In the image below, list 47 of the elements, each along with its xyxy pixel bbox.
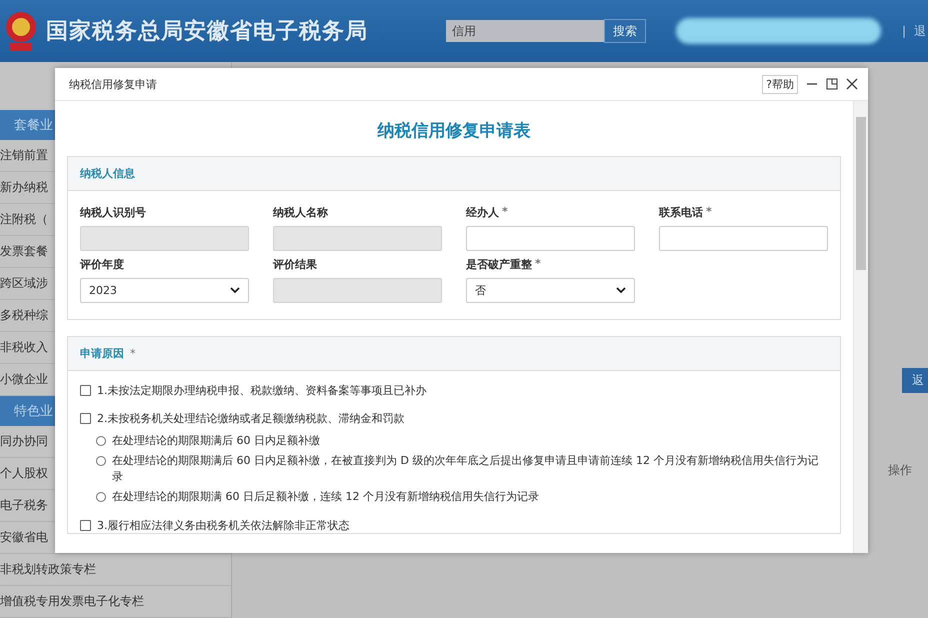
close-icon[interactable] bbox=[846, 78, 858, 90]
field-label: 是否破产重整 bbox=[466, 257, 532, 272]
dialog-title: 纳税信用修复申请 bbox=[69, 76, 158, 92]
logout-link[interactable]: 退 bbox=[914, 22, 926, 40]
column-header: 操作 bbox=[888, 462, 912, 479]
chevron-down-icon bbox=[230, 287, 240, 294]
radio-button[interactable] bbox=[96, 436, 106, 446]
emblem-logo bbox=[4, 9, 38, 53]
search-field[interactable]: 信用 bbox=[446, 20, 604, 42]
return-button[interactable]: 返 bbox=[902, 368, 928, 393]
required-mark: * bbox=[535, 257, 541, 272]
chevron-down-icon bbox=[616, 287, 626, 294]
form-title: 纳税信用修复申请表 bbox=[376, 120, 532, 142]
checkbox[interactable] bbox=[80, 413, 91, 424]
field-label: 评价年度 bbox=[80, 257, 124, 272]
site-title: 国家税务总局安徽省电子税务局 bbox=[46, 18, 368, 46]
select-field[interactable]: 2023 bbox=[80, 278, 249, 303]
radio-label: 在处理结论的期限期满后 60 日内足额补缴 bbox=[112, 433, 320, 449]
field-label: 评价结果 bbox=[273, 257, 317, 272]
field-label: 联系电话 bbox=[659, 205, 703, 220]
field-label: 经办人 bbox=[466, 205, 499, 220]
sidebar-item[interactable]: 增值税专用发票电子化专栏 bbox=[0, 586, 231, 618]
field-label: 纳税人识别号 bbox=[80, 205, 146, 220]
checkbox-label: 1.未按法定期限办理纳税申报、税款缴纳、资料备案等事项且已补办 bbox=[97, 383, 426, 398]
input-field[interactable] bbox=[659, 226, 828, 251]
maximize-icon[interactable] bbox=[826, 78, 838, 90]
help-button[interactable]: ?帮助 bbox=[762, 74, 798, 94]
radio-label: 在处理结论的期限期满后 60 日内足额补缴，在被直接判为 D 级的次年年底之后提出修复申请且申请前连续 12 个月没有新增纳税信用失信行为记录 bbox=[112, 453, 820, 485]
panel-title: 纳税人信息 bbox=[80, 166, 135, 181]
field-label: 纳税人名称 bbox=[273, 205, 328, 220]
scrollbar[interactable] bbox=[853, 101, 868, 553]
input-field[interactable] bbox=[466, 226, 635, 251]
checkbox-label: 3.履行相应法律义务由税务机关依法解除非正常状态 bbox=[97, 518, 350, 533]
search-button[interactable]: 搜索 bbox=[604, 19, 646, 43]
panel-title: 申请原因 bbox=[80, 346, 124, 361]
select-field[interactable]: 否 bbox=[466, 278, 635, 303]
radio-button[interactable] bbox=[96, 492, 106, 502]
checkbox[interactable] bbox=[80, 385, 91, 396]
checkbox-label: 2.未按税务机关处理结论缴纳或者足额缴纳税款、滞纳金和罚款 bbox=[97, 411, 404, 426]
required-mark: * bbox=[130, 347, 136, 360]
radio-label: 在处理结论的期限期满 60 日后足额补缴，连续 12 个月没有新增纳税信用失信行为记录 bbox=[112, 489, 539, 505]
checkbox[interactable] bbox=[80, 520, 91, 531]
required-mark: * bbox=[502, 205, 508, 220]
sidebar-item[interactable]: 非税划转政策专栏 bbox=[0, 554, 231, 586]
radio-button[interactable] bbox=[96, 456, 106, 466]
required-mark: * bbox=[706, 205, 712, 220]
separator: | bbox=[902, 24, 906, 38]
